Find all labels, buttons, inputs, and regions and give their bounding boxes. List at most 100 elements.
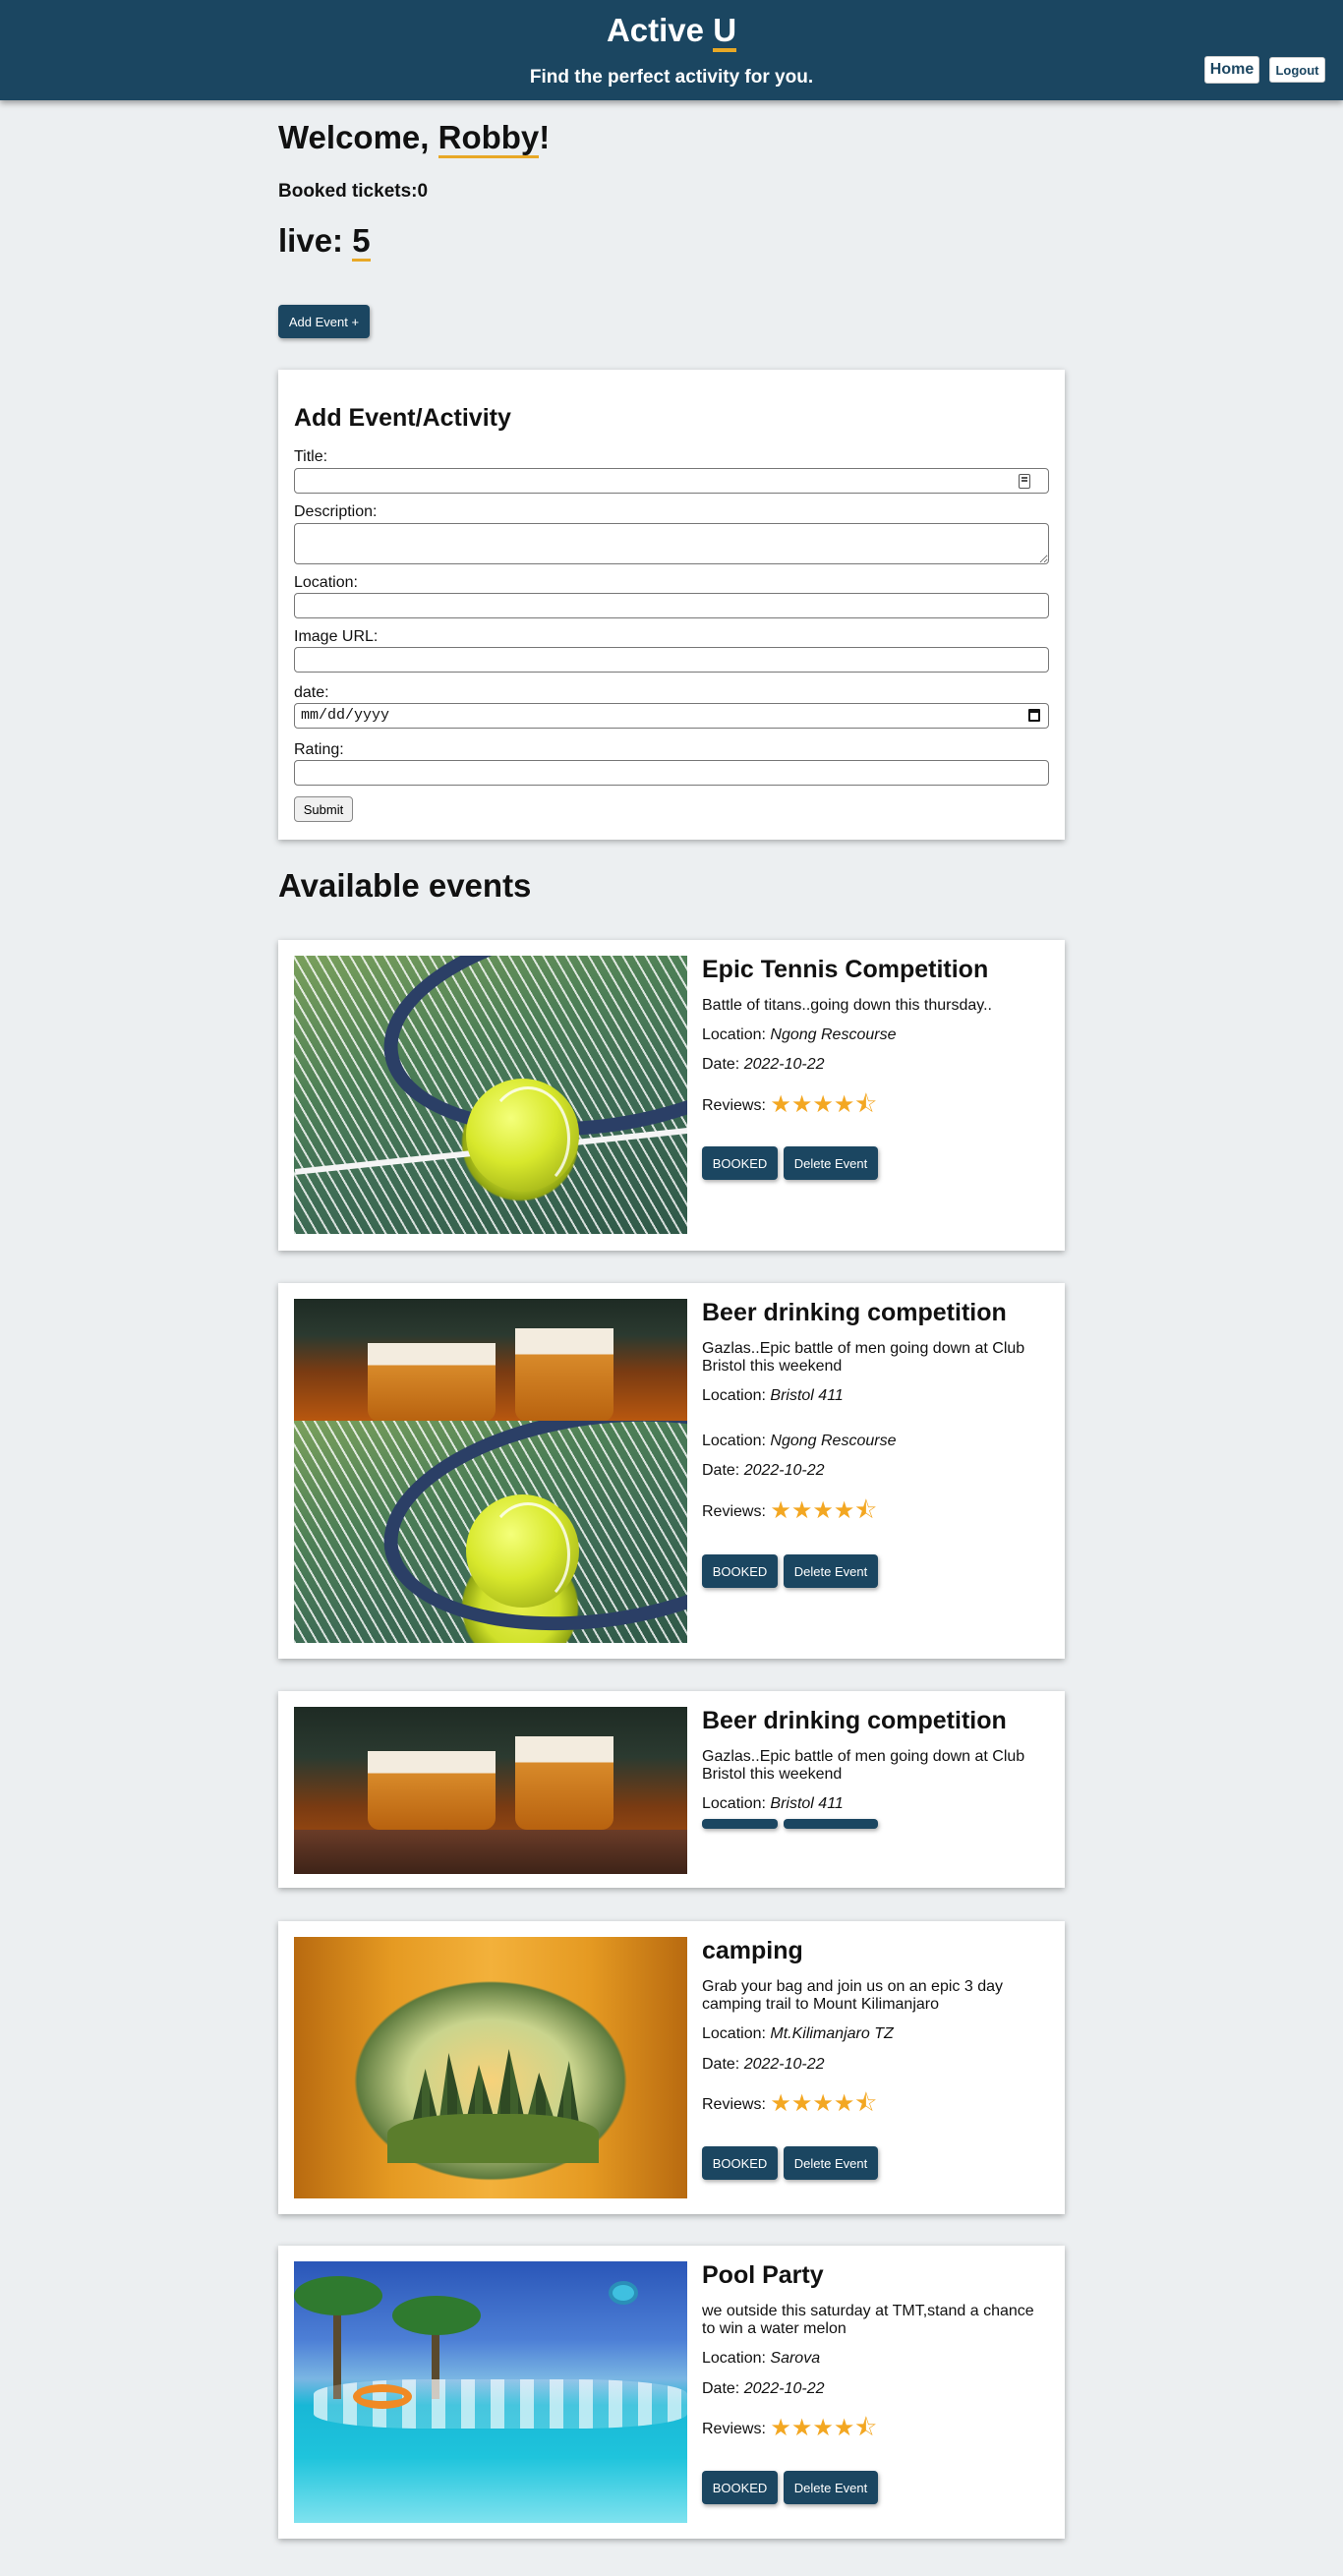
submit-button[interactable]: Submit bbox=[294, 796, 353, 822]
app-title-u: U bbox=[713, 12, 737, 52]
home-button[interactable]: Home bbox=[1204, 56, 1259, 84]
date-input[interactable]: mm/dd/yyyy bbox=[294, 703, 1049, 729]
tennis-image bbox=[294, 1421, 687, 1643]
tennis-image bbox=[294, 956, 687, 1234]
delete-event-button[interactable]: Delete Event bbox=[784, 1146, 878, 1180]
tennis-ball bbox=[466, 1079, 579, 1192]
reviews-label: Reviews: bbox=[702, 2096, 771, 2113]
logout-button[interactable]: Logout bbox=[1269, 57, 1325, 83]
location-value: Sarova bbox=[770, 2350, 821, 2367]
delete-event-button[interactable]: Delete Event bbox=[784, 2146, 878, 2180]
rating-label: Rating: bbox=[294, 741, 344, 758]
event-description: Gazlas..Epic battle of men going down at… bbox=[702, 1748, 1025, 1783]
event-card: camping Grab your bag and join us on an … bbox=[278, 1921, 1065, 2214]
location-label: Location: bbox=[702, 1433, 771, 1449]
description-input[interactable] bbox=[294, 523, 1049, 564]
event-title: camping bbox=[702, 1937, 803, 1964]
event-reviews: Reviews: ★★★★⯪ bbox=[702, 2411, 877, 2451]
date-label: Date: bbox=[702, 2056, 744, 2073]
delete-event-button[interactable]: Delete Event bbox=[784, 2471, 878, 2504]
image-url-label: Image URL: bbox=[294, 628, 379, 645]
event-location-overlap: Location: Ngong Rescourse bbox=[702, 1433, 896, 1450]
date-value: 2022-10-22 bbox=[743, 1462, 825, 1479]
booked-button[interactable]: BOOKED bbox=[702, 2471, 778, 2504]
pool-float bbox=[609, 2281, 638, 2305]
event-date: Date: 2022-10-22 bbox=[702, 2056, 825, 2074]
wood-table bbox=[294, 1830, 687, 1874]
form-heading: Add Event/Activity bbox=[294, 404, 511, 432]
event-reviews: Reviews: ★★★★⯪ bbox=[702, 1493, 877, 1534]
location-input[interactable] bbox=[294, 593, 1049, 618]
live-label: live: bbox=[278, 222, 353, 259]
location-label: Location: bbox=[702, 1387, 771, 1404]
event-card: Epic Tennis Competition Battle of titans… bbox=[278, 940, 1065, 1251]
add-event-form: Add Event/Activity Title: Description: L… bbox=[278, 370, 1065, 840]
location-value: Bristol 411 bbox=[770, 1387, 844, 1404]
date-label: Date: bbox=[702, 1056, 744, 1073]
event-description: Gazlas..Epic battle of men going down at… bbox=[702, 1340, 1025, 1375]
camping-image bbox=[294, 1937, 687, 2198]
delete-event-button[interactable] bbox=[784, 1819, 878, 1829]
booked-tickets-count: Booked tickets:0 bbox=[278, 181, 429, 202]
delete-event-button[interactable]: Delete Event bbox=[784, 1554, 878, 1588]
booked-button[interactable]: BOOKED bbox=[702, 1146, 778, 1180]
rating-input[interactable] bbox=[294, 760, 1049, 786]
date-placeholder: mm/dd/yyyy bbox=[301, 707, 390, 724]
date-value: 2022-10-22 bbox=[743, 1056, 825, 1073]
palm-leaves bbox=[294, 2276, 382, 2315]
date-value: 2022-10-22 bbox=[743, 2056, 825, 2073]
event-title: Pool Party bbox=[702, 2261, 824, 2289]
live-count: live: 5 bbox=[278, 222, 371, 262]
live-number: 5 bbox=[352, 222, 371, 262]
event-description: Grab your bag and join us on an epic 3 d… bbox=[702, 1978, 1003, 2013]
description-label: Description: bbox=[294, 503, 378, 520]
event-description: Battle of titans..going down this thursd… bbox=[702, 997, 992, 1014]
welcome-suffix: ! bbox=[539, 119, 551, 155]
location-label: Location: bbox=[702, 1795, 771, 1812]
event-card: Beer drinking competition Gazlas..Epic b… bbox=[278, 1283, 1065, 1659]
event-reviews: Reviews: ★★★★⯪ bbox=[702, 1087, 877, 1128]
location-value: Ngong Rescourse bbox=[770, 1026, 897, 1043]
event-title: Beer drinking competition bbox=[702, 1707, 1007, 1734]
app-header: Active U Find the perfect activity for y… bbox=[0, 0, 1343, 100]
star-rating-icon: ★★★★⯪ bbox=[770, 2415, 878, 2441]
image-url-input[interactable] bbox=[294, 647, 1049, 673]
calendar-icon[interactable] bbox=[1028, 709, 1040, 722]
booked-button[interactable]: BOOKED bbox=[702, 1554, 778, 1588]
date-label: date: bbox=[294, 684, 329, 701]
event-location: Location: Bristol 411 bbox=[702, 1387, 844, 1405]
event-location: Location: Mt.Kilimanjaro TZ bbox=[702, 2025, 894, 2043]
add-event-button[interactable]: Add Event + bbox=[278, 305, 370, 338]
event-card: Pool Party we outside this saturday at T… bbox=[278, 2246, 1065, 2539]
booked-button[interactable]: BOOKED bbox=[702, 2146, 778, 2180]
beer-glass bbox=[515, 1328, 613, 1421]
location-label: Location: bbox=[702, 2025, 771, 2042]
date-label: Date: bbox=[702, 2380, 744, 2397]
reviews-label: Reviews: bbox=[702, 2421, 771, 2437]
star-rating-icon: ★★★★⯪ bbox=[770, 2090, 878, 2117]
reviews-label: Reviews: bbox=[702, 1503, 771, 1520]
available-events-heading: Available events bbox=[278, 867, 532, 904]
pool-image bbox=[294, 2261, 687, 2523]
user-name: Robby bbox=[438, 119, 540, 158]
contact-card-icon bbox=[1019, 474, 1030, 489]
event-title: Beer drinking competition bbox=[702, 1299, 1007, 1326]
event-date: Date: 2022-10-22 bbox=[702, 2380, 825, 2398]
booked-button[interactable] bbox=[702, 1819, 778, 1829]
event-date: Date: 2022-10-22 bbox=[702, 1462, 825, 1480]
event-location: Location: Bristol 411 bbox=[702, 1795, 844, 1813]
beer-glass bbox=[515, 1736, 613, 1830]
star-rating-icon: ★★★★⯪ bbox=[770, 1497, 878, 1524]
welcome-prefix: Welcome, bbox=[278, 119, 438, 155]
welcome-heading: Welcome, Robby! bbox=[278, 119, 551, 158]
title-input[interactable] bbox=[294, 468, 1049, 494]
app-title-text: Active bbox=[606, 12, 714, 48]
event-description: we outside this saturday at TMT,stand a … bbox=[702, 2303, 1034, 2337]
pool-float bbox=[353, 2384, 412, 2409]
date-label: Date: bbox=[702, 1462, 744, 1479]
event-card: Beer drinking competition Gazlas..Epic b… bbox=[278, 1691, 1065, 1888]
location-value: Bristol 411 bbox=[770, 1795, 844, 1812]
grass-field bbox=[387, 2114, 599, 2163]
star-rating-icon: ★★★★⯪ bbox=[770, 1091, 878, 1118]
location-value: Ngong Rescourse bbox=[770, 1433, 897, 1449]
